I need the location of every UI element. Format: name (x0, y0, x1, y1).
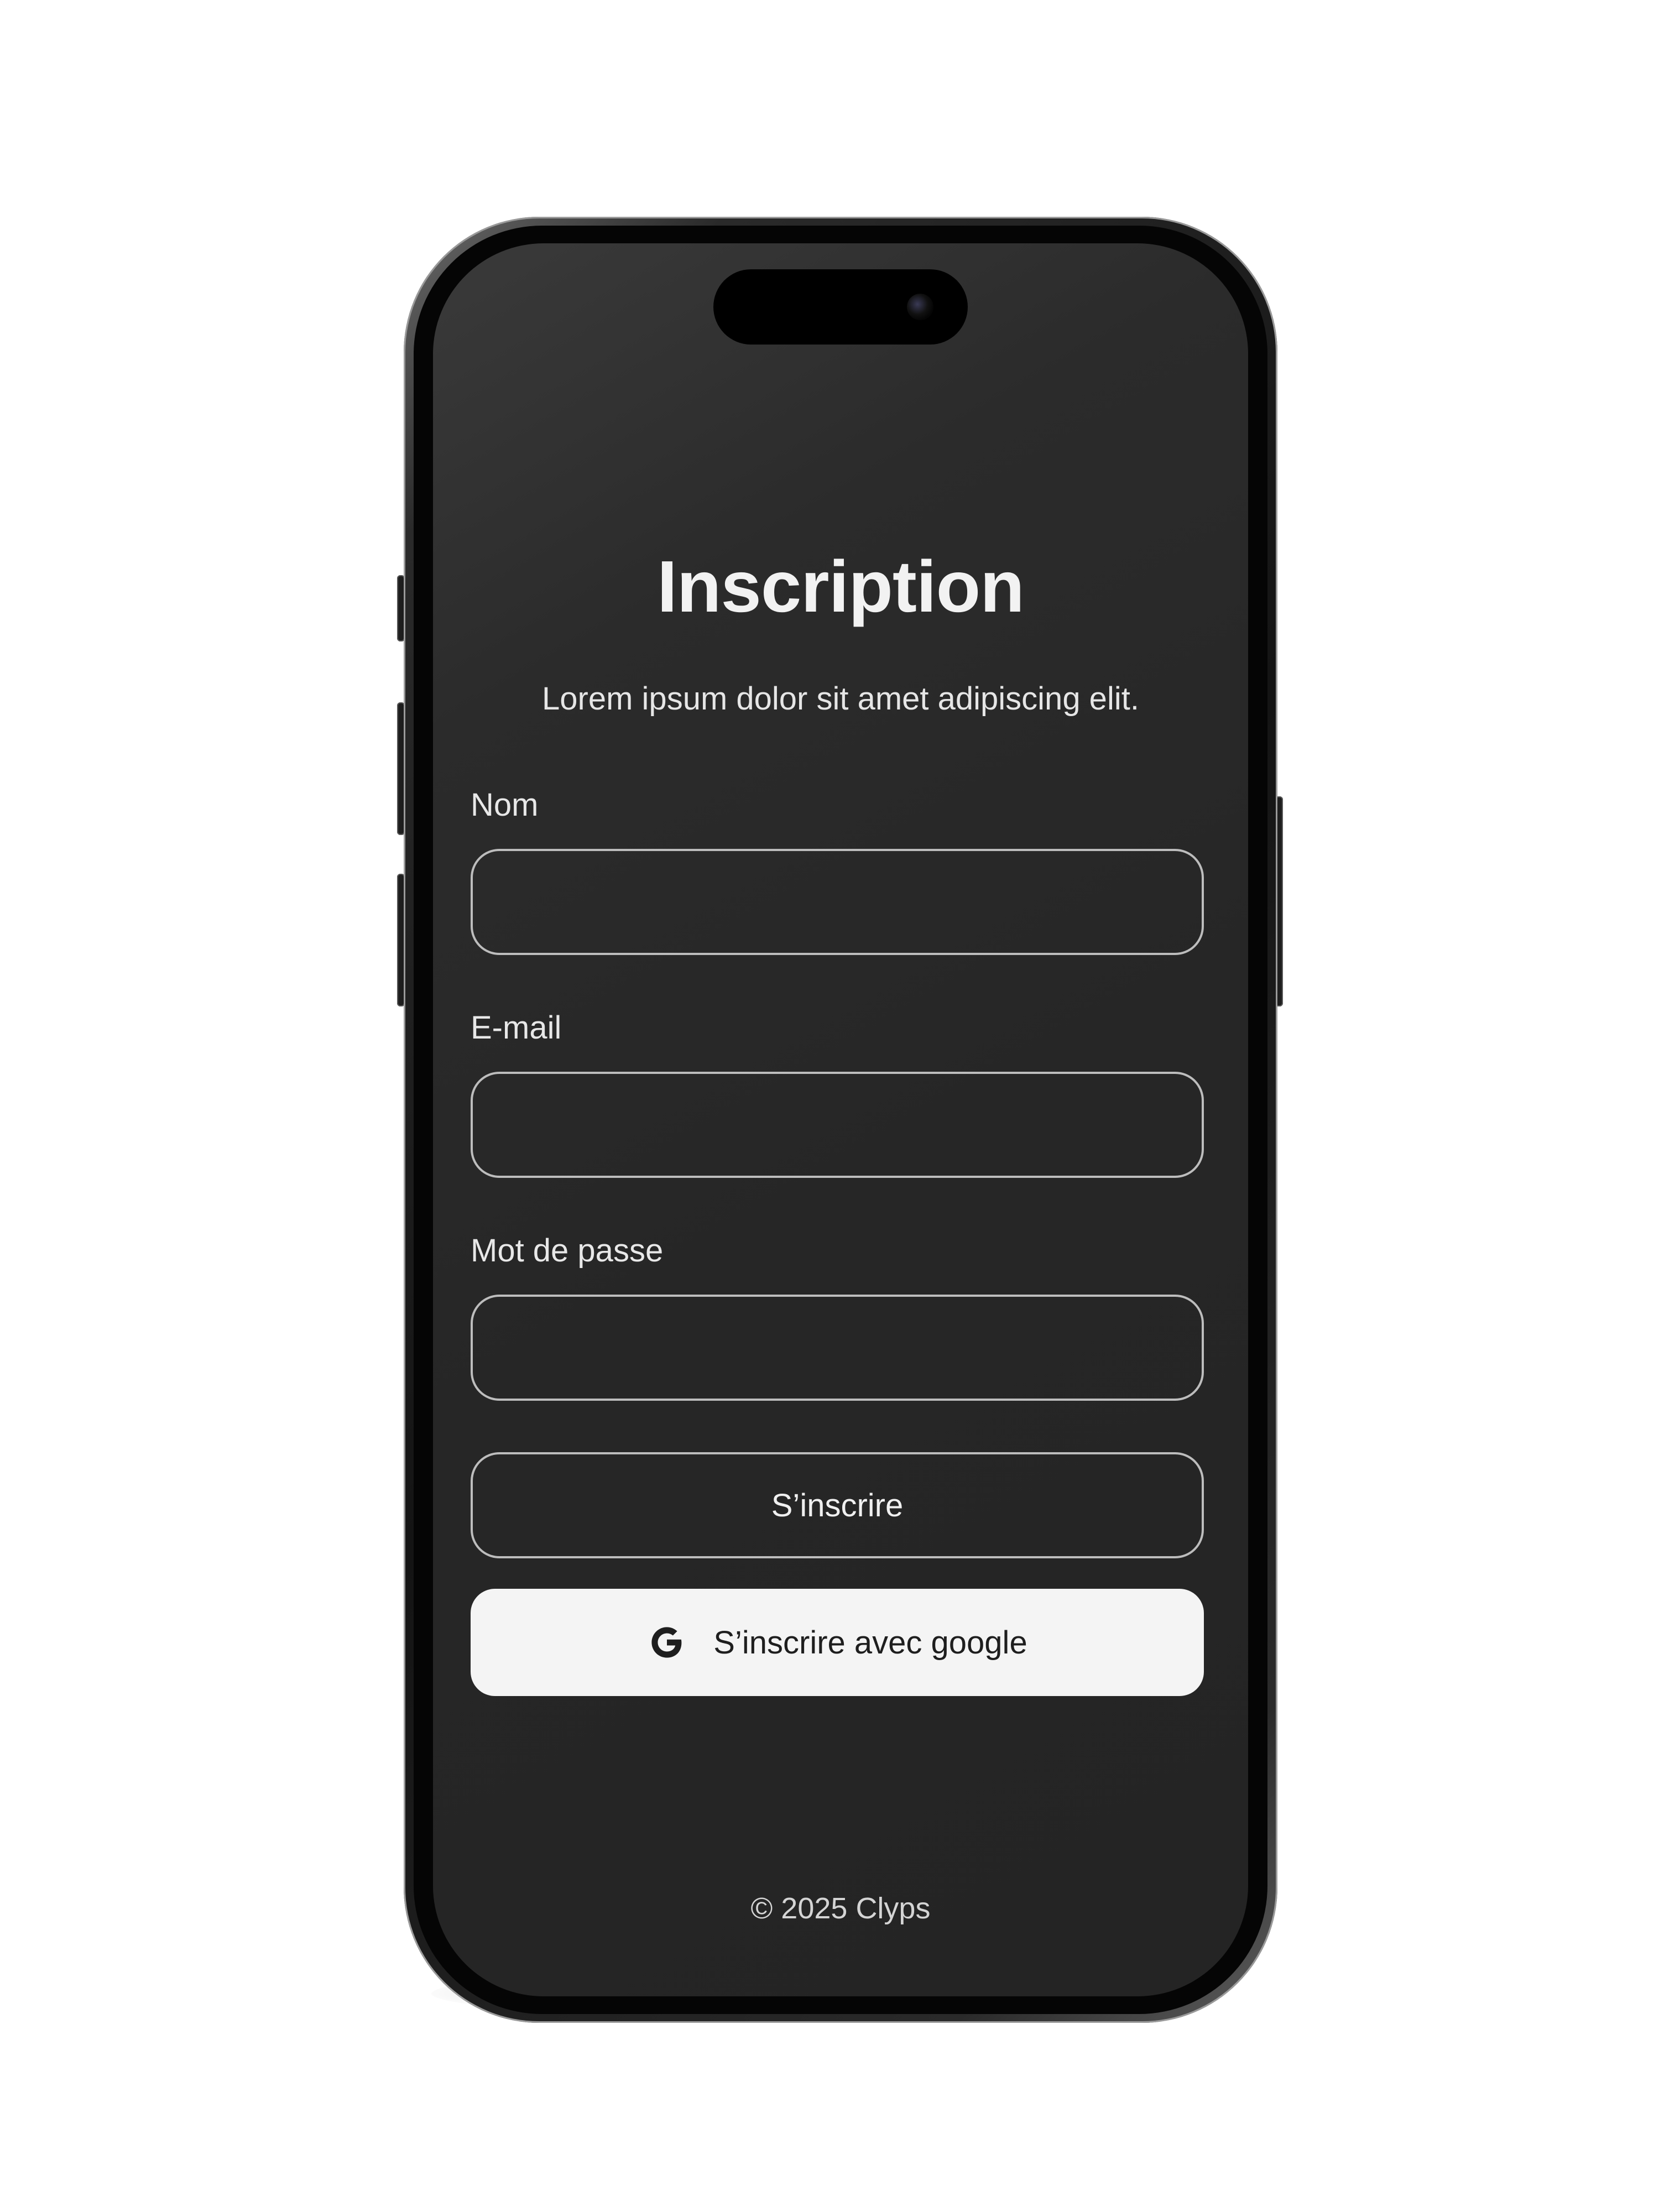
signup-button-label: S’inscrire (771, 1487, 904, 1524)
copyright-footer: © 2025 Clyps (750, 1892, 931, 1925)
phone-screen: Inscription Lorem ipsum dolor sit amet a… (433, 243, 1248, 1996)
google-signup-label: S’inscrire avec google (713, 1624, 1027, 1661)
name-field[interactable] (471, 849, 1204, 955)
password-field[interactable] (471, 1295, 1204, 1401)
google-g-icon (651, 1627, 682, 1658)
google-signup-button[interactable]: S’inscrire avec google (471, 1589, 1204, 1696)
email-label: E-mail (471, 1010, 562, 1046)
mockup-stage: Inscription Lorem ipsum dolor sit amet a… (0, 0, 1659, 2212)
page-title: Inscription (657, 546, 1025, 627)
email-field[interactable] (471, 1072, 1204, 1178)
signup-button[interactable]: S’inscrire (471, 1452, 1204, 1558)
page-subtitle: Lorem ipsum dolor sit amet adipiscing el… (542, 681, 1139, 717)
dynamic-island (713, 269, 968, 345)
name-label: Nom (471, 787, 539, 823)
front-camera-icon (907, 294, 933, 320)
password-label: Mot de passe (471, 1233, 664, 1269)
